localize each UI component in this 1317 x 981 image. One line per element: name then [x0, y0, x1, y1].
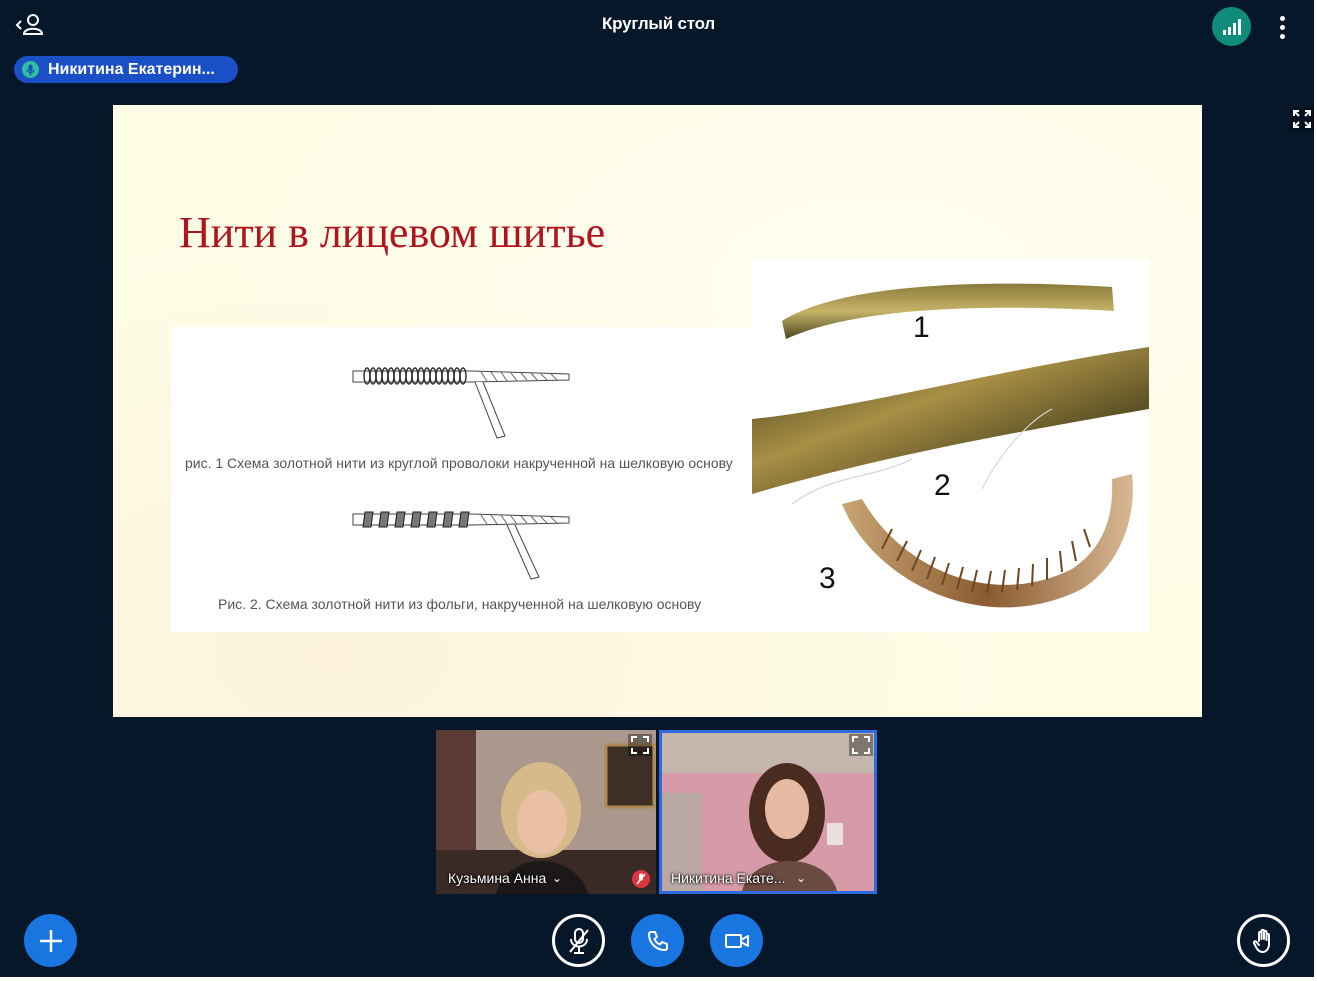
talking-indicator[interactable]: Никитина Екатерин... [14, 56, 238, 83]
fullscreen-icon [1293, 110, 1311, 128]
meeting-title: Круглый стол [601, 14, 716, 33]
phone-icon [647, 930, 668, 951]
actions-button[interactable] [24, 914, 77, 967]
options-menu-button[interactable] [1270, 12, 1294, 42]
leave-audio-button[interactable] [631, 914, 684, 967]
wire-thread-diagram [352, 367, 570, 439]
hand-icon [1252, 928, 1270, 953]
slide-title: Нити в лицевом шитье [179, 208, 606, 257]
muted-mic-icon [632, 870, 650, 888]
participant-name: Никитина Екате... [671, 870, 786, 886]
unmute-button[interactable] [552, 914, 605, 967]
presentation-slide: Нити в лицевом шитье рис. 1 Схема золотн… [113, 105, 1202, 717]
video-tile-kuzmina[interactable]: Кузьмина Анна ⌄ [436, 730, 656, 894]
mic-muted-icon [568, 927, 589, 954]
raise-hand-button[interactable] [1237, 914, 1290, 967]
thread-label-1: 1 [913, 311, 930, 344]
connection-bars-icon [1222, 18, 1241, 35]
caption-figure-2: Рис. 2. Схема золотной нити из фольги, н… [218, 596, 702, 612]
chevron-down-icon[interactable]: ⌄ [796, 871, 806, 885]
thread-diagrams: рис. 1 Схема золотной нити из круглой пр… [171, 327, 753, 632]
video-fullscreen-button[interactable] [628, 734, 652, 756]
video-tile-nikitina[interactable]: Никитина Екате... ⌄ [659, 730, 877, 894]
talking-user-name: Никитина Екатерин... [48, 60, 215, 78]
share-camera-button[interactable] [710, 914, 763, 967]
webcam-feed [662, 733, 874, 891]
caption-figure-1: рис. 1 Схема золотной нити из круглой пр… [185, 455, 733, 471]
connection-status-button[interactable] [1212, 7, 1251, 46]
gold-thread-photo [752, 283, 1149, 608]
presentation-fullscreen-button[interactable] [1290, 107, 1314, 131]
thread-label-2: 2 [934, 469, 951, 502]
foil-thread-diagram [352, 511, 570, 580]
chevron-down-icon[interactable]: ⌄ [552, 871, 562, 885]
more-vertical-icon [1279, 15, 1285, 21]
mic-icon [22, 61, 39, 78]
fullscreen-icon [852, 736, 870, 754]
plus-icon [39, 929, 62, 952]
camera-icon [724, 933, 749, 948]
participant-name: Кузьмина Анна [448, 870, 547, 886]
window-border-bottom [0, 977, 1317, 981]
thread-photos: 1 2 3 [752, 259, 1149, 632]
thread-label-3: 3 [819, 562, 836, 595]
video-fullscreen-button[interactable] [849, 734, 873, 756]
fullscreen-icon [631, 736, 649, 754]
